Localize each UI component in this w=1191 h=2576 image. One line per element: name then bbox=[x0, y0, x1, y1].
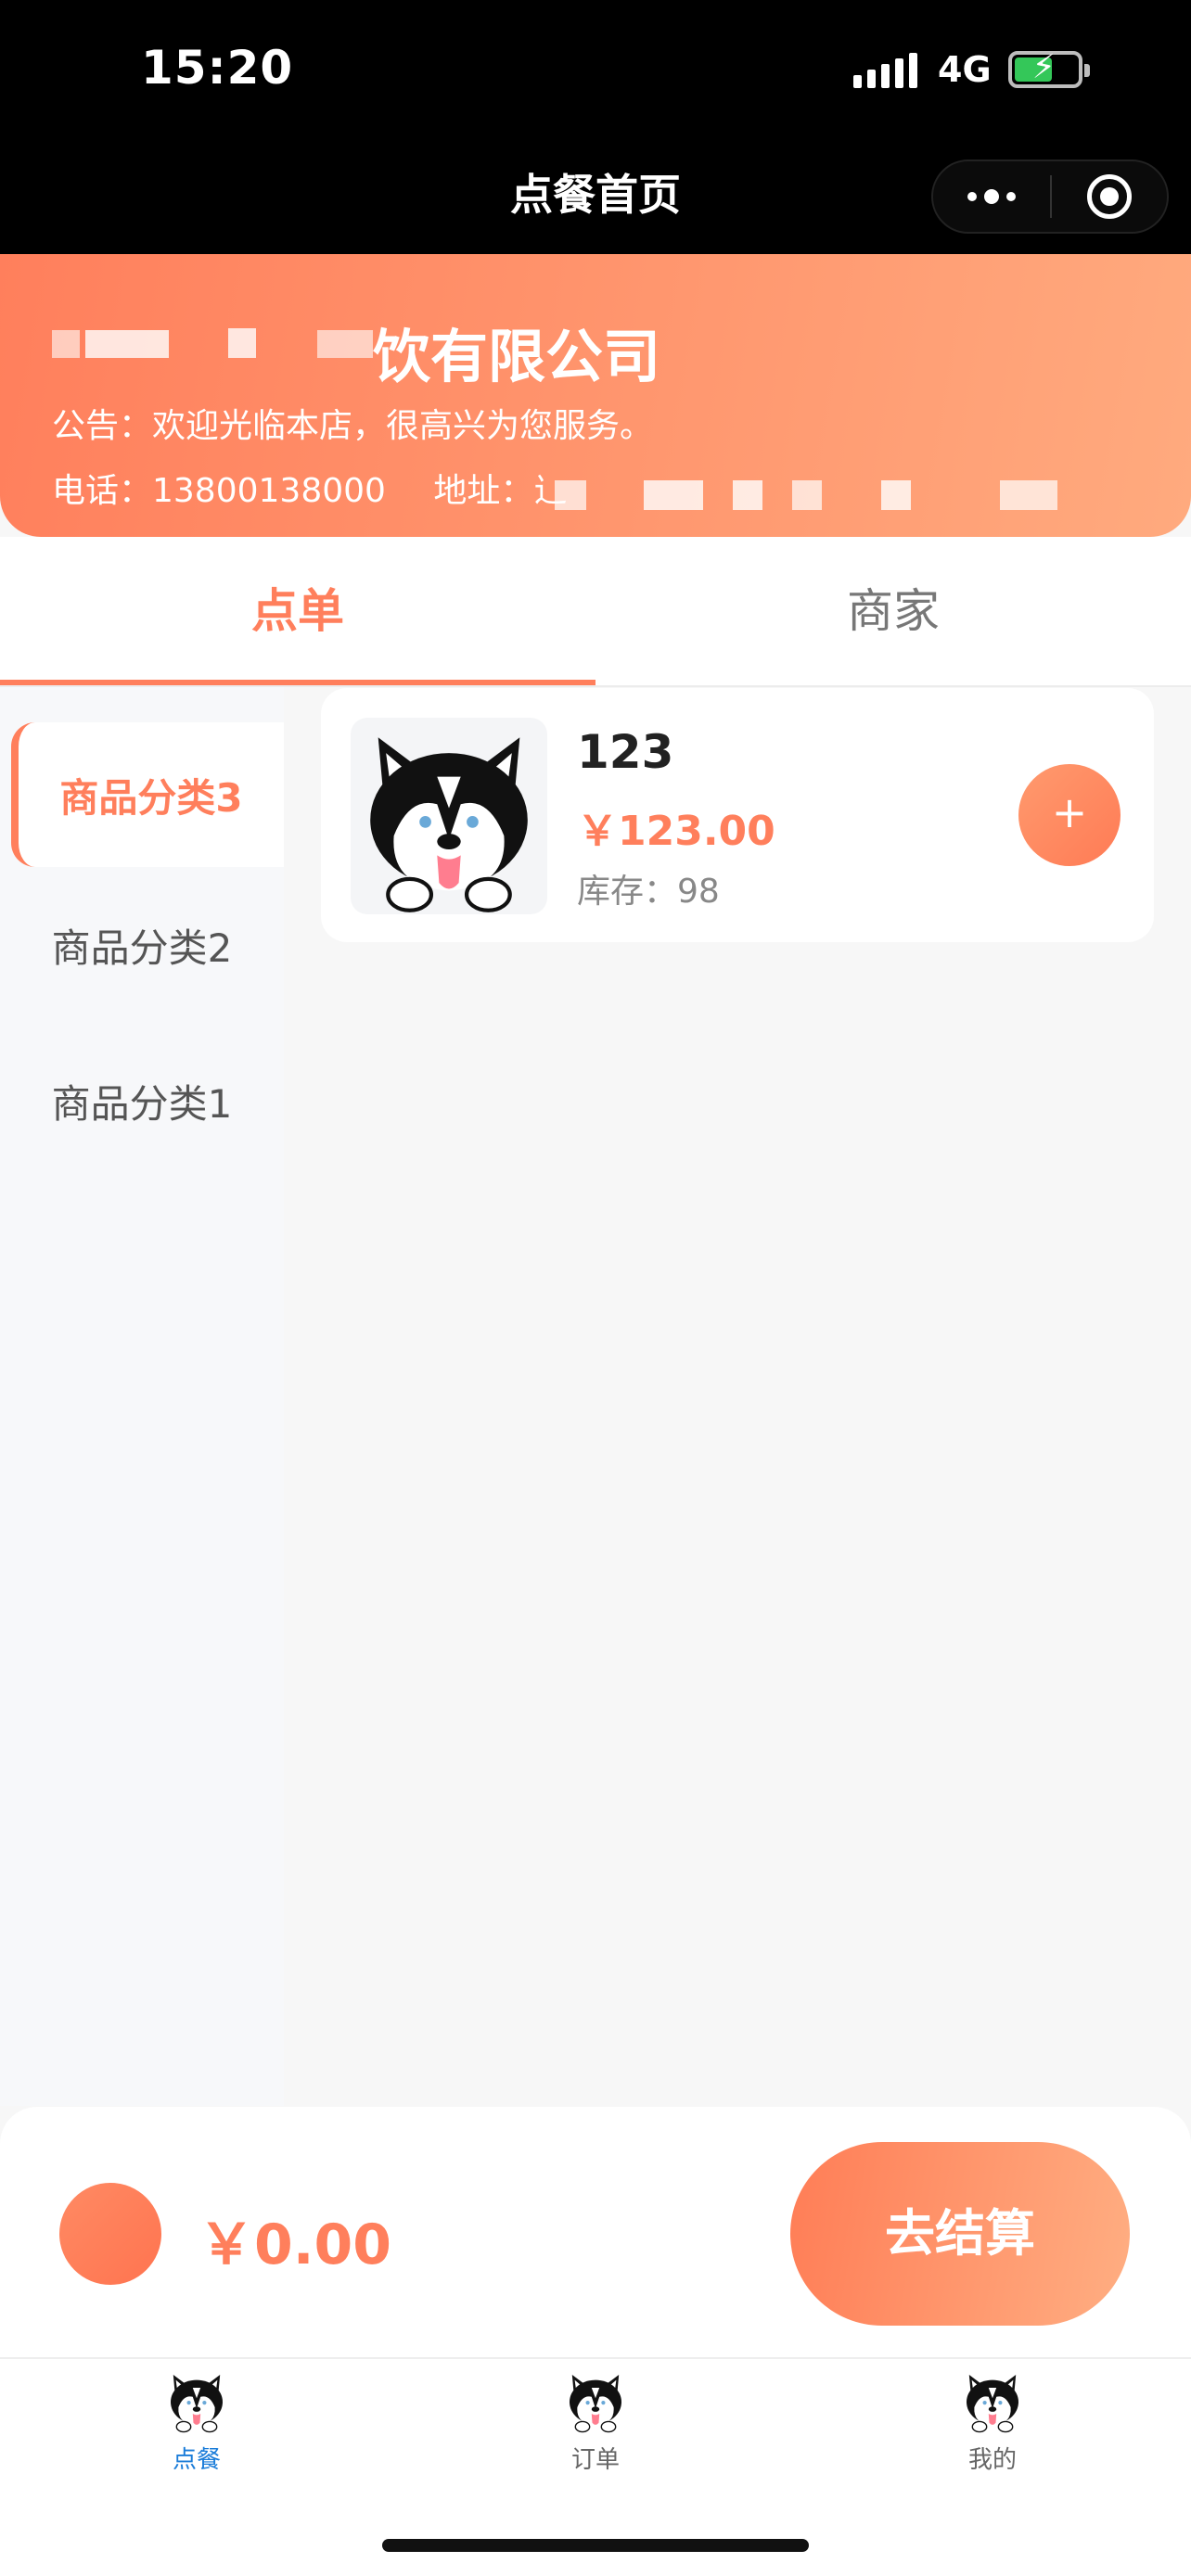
product-price: ￥123.00 bbox=[577, 808, 775, 855]
cart-icon[interactable] bbox=[59, 2183, 161, 2285]
tabbar-item-orders[interactable]: 订单 bbox=[503, 2368, 688, 2475]
tabbar-item-order-food[interactable]: 点餐 bbox=[104, 2368, 289, 2475]
tab-merchant[interactable]: 商家 bbox=[596, 537, 1191, 685]
cart-total: ￥0.00 bbox=[198, 2213, 392, 2277]
battery-icon: ⚡ bbox=[1007, 49, 1090, 88]
store-address: 地址：辶 bbox=[433, 472, 568, 510]
status-icons: 4G ⚡ bbox=[853, 46, 1090, 93]
category-item-1[interactable]: 商品分类1 bbox=[0, 1023, 284, 1179]
status-bar: 15:20 4G ⚡ bbox=[0, 0, 1191, 139]
tabbar-label: 点餐 bbox=[172, 2446, 221, 2474]
category-sidebar: 商品分类3 商品分类2 商品分类1 bbox=[0, 687, 284, 2106]
status-time: 15:20 bbox=[141, 41, 294, 95]
more-icon[interactable] bbox=[933, 189, 1050, 204]
miniprogram-capsule bbox=[931, 159, 1169, 234]
main-tabs: 点单 商家 bbox=[0, 537, 1191, 685]
store-contact: 电话：13800138000 地址：辶 bbox=[52, 464, 567, 512]
category-item-2[interactable]: 商品分类2 bbox=[0, 867, 284, 1023]
store-notice: 公告：欢迎光临本店，很高兴为您服务。 bbox=[52, 407, 654, 445]
tabbar-item-mine[interactable]: 我的 bbox=[900, 2368, 1085, 2475]
product-stock: 库存：98 bbox=[577, 873, 720, 911]
product-image bbox=[351, 718, 547, 914]
category-item-3[interactable]: 商品分类3 bbox=[11, 722, 284, 867]
checkout-button[interactable]: 去结算 bbox=[790, 2142, 1130, 2326]
signal-icon bbox=[853, 51, 917, 88]
tabbar-label: 订单 bbox=[570, 2446, 620, 2474]
store-banner: 饮有限公司 公告：欢迎光临本店，很高兴为您服务。 电话：13800138000 … bbox=[0, 254, 1191, 537]
store-phone: 电话：13800138000 bbox=[52, 472, 386, 510]
add-to-cart-button[interactable]: + bbox=[1018, 764, 1121, 866]
cart-bar: ￥0.00 去结算 bbox=[0, 2107, 1191, 2357]
product-name: 123 bbox=[577, 725, 674, 779]
nav-bar: 点餐首页 bbox=[0, 139, 1191, 254]
tabbar-label: 我的 bbox=[967, 2446, 1017, 2474]
tab-order[interactable]: 点单 bbox=[0, 537, 596, 685]
husky-icon bbox=[960, 2368, 1025, 2433]
close-miniprogram-icon[interactable] bbox=[1052, 174, 1167, 219]
husky-icon bbox=[164, 2368, 229, 2433]
network-type: 4G bbox=[938, 49, 992, 90]
husky-icon bbox=[563, 2368, 628, 2433]
product-card[interactable]: 123 ￥123.00 库存：98 + bbox=[321, 688, 1154, 942]
store-name: 饮有限公司 bbox=[373, 323, 661, 390]
home-indicator bbox=[382, 2539, 809, 2552]
